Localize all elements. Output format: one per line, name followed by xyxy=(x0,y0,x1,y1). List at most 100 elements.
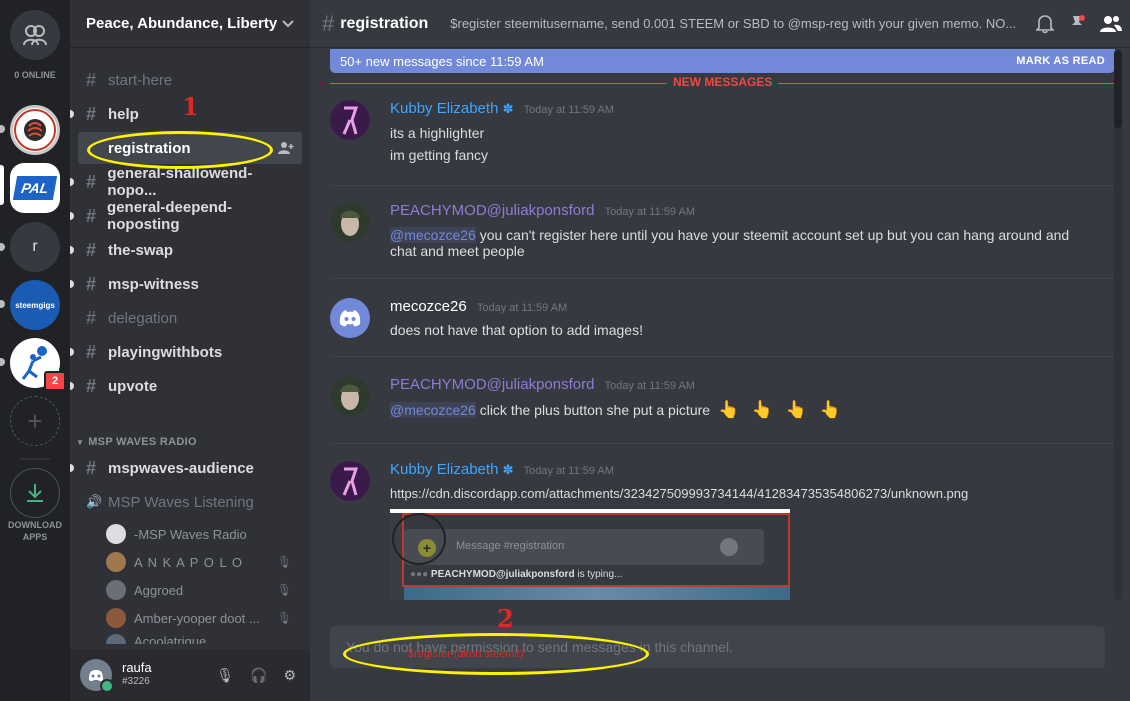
avatar-figure-icon xyxy=(330,100,370,140)
channel-label: general-deepend-noposting xyxy=(107,199,233,233)
avatar[interactable] xyxy=(330,461,370,501)
channel-playingwithbots[interactable]: # playingwithbots xyxy=(70,336,302,368)
author-name[interactable]: PEACHYMOD@juliakponsford xyxy=(390,202,594,219)
new-messages-bar[interactable]: 50+ new messages since 11:59 AM MARK AS … xyxy=(330,49,1115,73)
attached-image[interactable]: + Message #registration ●●● PEACHYMOD@ju… xyxy=(390,509,790,600)
notification-bell-icon[interactable] xyxy=(1036,14,1054,34)
scrollbar-thumb[interactable] xyxy=(1114,50,1122,128)
channel-label: MSP Waves Listening xyxy=(108,493,254,511)
chat-scrollbar[interactable] xyxy=(1114,50,1122,600)
annotation-highlight-ellipse xyxy=(87,131,273,169)
message-header: mecozce26 Today at 11:59 AM xyxy=(390,298,567,315)
guild-name: Peace, Abundance, Liberty xyxy=(86,15,278,32)
user-mention[interactable]: @mecozce26 xyxy=(390,227,476,243)
annotation-handwritten-note: $register (akun steemit) xyxy=(408,648,524,660)
pal-server-icon[interactable]: PAL xyxy=(10,163,60,213)
channel-label: the-swap xyxy=(108,241,174,259)
attachment-link[interactable]: https://cdn.discordapp.com/attachments/3… xyxy=(390,486,968,502)
voice-user-name: A N K A P O L O xyxy=(134,554,243,570)
member-list-icon[interactable] xyxy=(1100,14,1122,34)
channel-label: playingwithbots xyxy=(108,343,223,361)
channel-general-shallowend[interactable]: # general-shallowend-nopo... xyxy=(70,165,302,199)
invite-icon[interactable] xyxy=(278,141,294,155)
category-msp-waves-radio[interactable]: ▼ MSP WAVES RADIO xyxy=(76,436,197,448)
voice-user[interactable]: A N K A P O L O 🎙 xyxy=(106,550,302,574)
avatar[interactable] xyxy=(330,100,370,140)
channel-mspwaves-audience[interactable]: # mspwaves-audience xyxy=(70,452,302,484)
author-name[interactable]: PEACHYMOD@juliakponsford xyxy=(390,376,594,393)
download-icon xyxy=(27,484,43,502)
discord-logo-icon xyxy=(89,670,103,682)
voice-user[interactable]: Amber-yooper doot ... 🎙 xyxy=(106,606,302,630)
user-avatar[interactable] xyxy=(80,659,114,693)
chat-header: # registration $register steemitusername… xyxy=(310,0,1130,48)
voice-user-name: -MSP Waves Radio xyxy=(134,526,247,542)
message-header: PEACHYMOD@juliakponsford Today at 11:59 … xyxy=(390,202,695,219)
mark-as-read-button[interactable]: MARK AS READ xyxy=(1016,55,1105,67)
unread-indicator xyxy=(0,300,5,308)
hash-icon: # xyxy=(322,10,335,36)
voice-user[interactable]: -MSP Waves Radio xyxy=(106,522,302,546)
voice-user-name: Amber-yooper doot ... xyxy=(134,610,260,626)
headphones-icon[interactable]: 🎧 xyxy=(250,667,267,684)
channel-general-deepend[interactable]: # general-deepend-noposting xyxy=(70,199,302,233)
voice-user[interactable]: Aggroed 🎙 xyxy=(106,578,302,602)
hash-icon: # xyxy=(86,341,97,362)
annotation-number-2: 2 xyxy=(497,604,514,633)
channel-delegation[interactable]: # delegation xyxy=(78,302,302,334)
channel-label: upvote xyxy=(108,377,158,395)
hash-icon: # xyxy=(86,273,97,294)
r-server-icon[interactable]: r xyxy=(10,222,60,272)
message-separator xyxy=(330,185,1115,186)
embed-placeholder: Message #registration xyxy=(456,540,565,552)
hash-icon: # xyxy=(86,171,97,192)
avatar[interactable] xyxy=(330,298,370,338)
channel-topic[interactable]: $register steemitusername, send 0.001 ST… xyxy=(450,16,1020,31)
avatar-figure-icon xyxy=(330,461,370,501)
mute-microphone-icon[interactable]: 🎙 xyxy=(216,667,234,684)
settings-gear-icon[interactable]: ⚙ xyxy=(283,667,296,684)
voice-user[interactable]: Acoolatrique xyxy=(106,634,302,644)
muted-mic-icon: 🎙 xyxy=(276,583,292,597)
voice-channel-msp-waves-listening[interactable]: 🔊 MSP Waves Listening xyxy=(78,486,302,518)
steemgigs-server-icon[interactable]: steemgigs xyxy=(10,280,60,330)
download-apps-button[interactable] xyxy=(10,468,60,518)
avatar xyxy=(106,580,126,600)
author-name[interactable]: Kubby Elizabeth xyxy=(390,461,498,478)
online-count: 0 ONLINE xyxy=(14,70,56,80)
channel-the-swap[interactable]: # the-swap xyxy=(70,234,302,266)
author-name[interactable]: mecozce26 xyxy=(390,298,467,315)
hash-icon: # xyxy=(86,69,97,90)
avatar[interactable] xyxy=(330,376,370,416)
channel-label: general-shallowend-nopo... xyxy=(107,165,253,199)
message-header: Kubby Elizabeth ✽ Today at 11:59 AM xyxy=(390,461,614,478)
user-mention[interactable]: @mecozce26 xyxy=(390,402,476,418)
voice-user-name: Acoolatrique xyxy=(134,634,207,644)
category-label: MSP WAVES RADIO xyxy=(88,436,197,448)
unread-indicator xyxy=(70,246,74,254)
message-text: chat and meet people xyxy=(390,243,525,259)
avatar xyxy=(106,552,126,572)
channel-title: registration xyxy=(340,14,429,32)
friends-home-button[interactable] xyxy=(10,10,60,60)
steemit-server-icon[interactable] xyxy=(10,105,60,155)
emoji-icon xyxy=(720,538,738,556)
timestamp: Today at 11:59 AM xyxy=(604,380,695,392)
mention-badge: 2 xyxy=(44,371,66,391)
verified-badge-icon: ✽ xyxy=(502,101,514,116)
avatar xyxy=(106,634,126,644)
add-server-button[interactable]: + xyxy=(10,396,60,446)
verified-badge-icon: ✽ xyxy=(502,462,514,477)
steemit-logo-icon xyxy=(14,109,56,151)
guild-header[interactable]: Peace, Abundance, Liberty xyxy=(70,0,310,48)
channel-msp-witness[interactable]: # msp-witness xyxy=(70,268,302,300)
r-server-letter: r xyxy=(32,238,38,255)
timestamp: Today at 11:59 AM xyxy=(604,206,695,218)
plus-icon: + xyxy=(27,405,43,436)
avatar[interactable] xyxy=(330,202,370,242)
author-name[interactable]: Kubby Elizabeth xyxy=(390,100,498,117)
message-header: PEACHYMOD@juliakponsford Today at 11:59 … xyxy=(390,376,695,393)
channel-upvote[interactable]: # upvote xyxy=(70,370,302,402)
pinned-messages-icon[interactable] xyxy=(1068,14,1086,34)
chevron-down-icon: ▼ xyxy=(76,438,85,447)
